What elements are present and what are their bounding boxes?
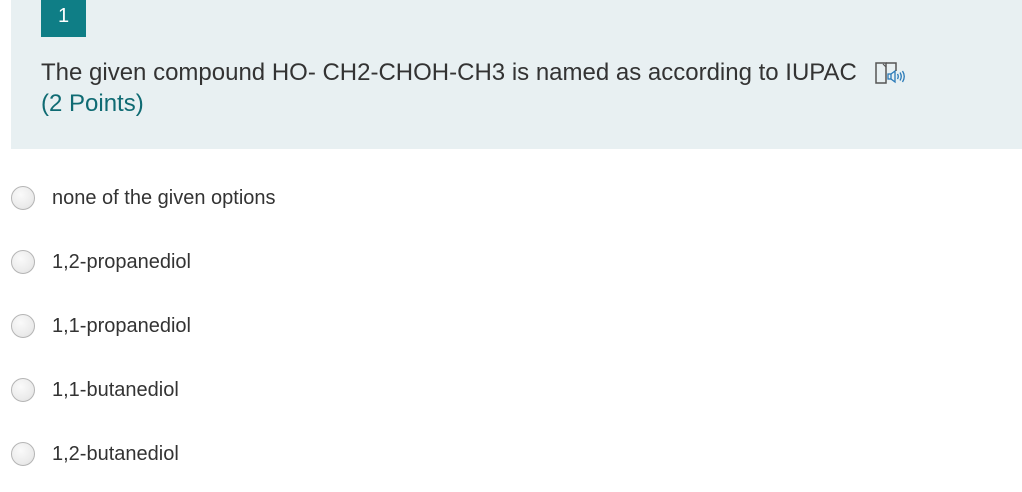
radio-button[interactable]: [11, 378, 35, 402]
option-1-2-propanediol[interactable]: 1,2-propanediol: [11, 242, 191, 282]
option-label: 1,2-butanediol: [52, 442, 179, 465]
option-1-2-butanediol[interactable]: 1,2-butanediol: [11, 434, 179, 474]
option-label: 1,2-propanediol: [52, 250, 191, 273]
radio-button[interactable]: [11, 250, 35, 274]
option-label: none of the given options: [52, 186, 276, 209]
radio-button[interactable]: [11, 186, 35, 210]
option-none-of-the-given[interactable]: none of the given options: [11, 178, 276, 218]
question-text: The given compound HO- CH2-CHOH-CH3 is n…: [41, 59, 857, 87]
immersive-reader-icon[interactable]: [874, 59, 908, 87]
question-header: 1 The given compound HO- CH2-CHOH-CH3 is…: [11, 0, 1022, 149]
option-1-1-butanediol[interactable]: 1,1-butanediol: [11, 370, 179, 410]
option-label: 1,1-propanediol: [52, 314, 191, 337]
question-title: The given compound HO- CH2-CHOH-CH3 is n…: [41, 56, 908, 88]
question-points: (2 Points): [41, 90, 144, 117]
question-number-badge: 1: [41, 0, 86, 37]
option-1-1-propanediol[interactable]: 1,1-propanediol: [11, 306, 191, 346]
quiz-page: 1 The given compound HO- CH2-CHOH-CH3 is…: [0, 0, 1022, 492]
radio-button[interactable]: [11, 442, 35, 466]
option-label: 1,1-butanediol: [52, 378, 179, 401]
radio-button[interactable]: [11, 314, 35, 338]
